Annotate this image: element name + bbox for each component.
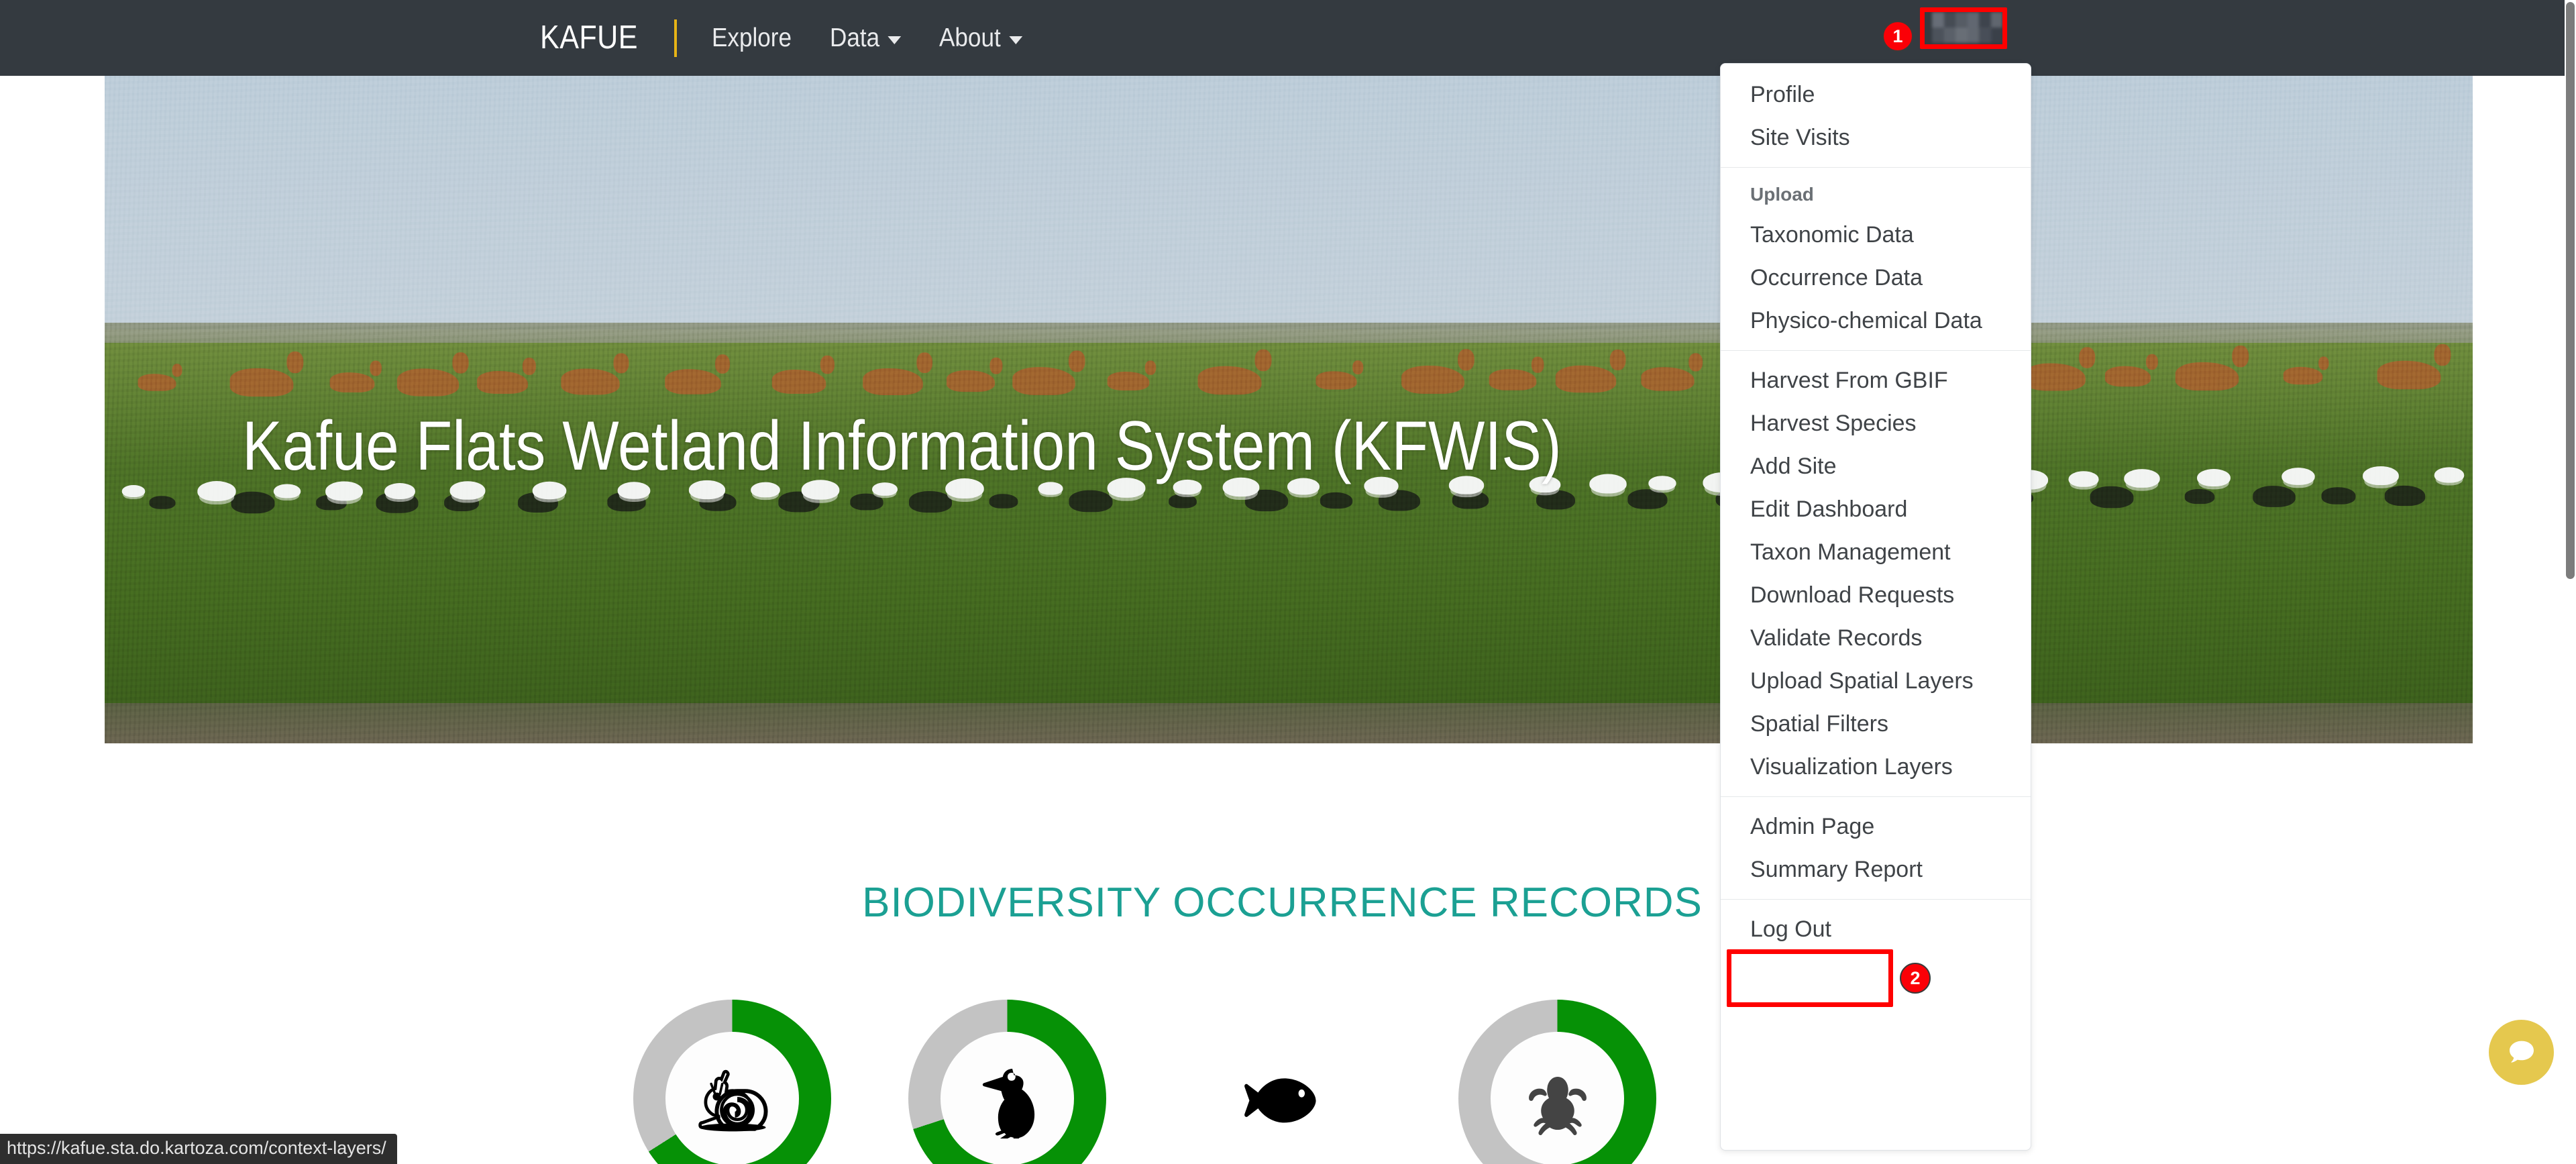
nav-link-data[interactable]: Data	[830, 23, 902, 53]
section-heading-biodiversity: BIODIVERSITY OCCURRENCE RECORDS	[862, 880, 1703, 926]
menu-item-upload-spatial-layers[interactable]: Upload Spatial Layers	[1721, 659, 2031, 702]
nav-link-explore-label: Explore	[711, 23, 792, 52]
menu-item-add-site[interactable]: Add Site	[1721, 445, 2031, 488]
user-name-blurred	[1932, 12, 2002, 43]
chevron-down-icon	[1008, 36, 1022, 44]
menu-separator	[1721, 167, 2031, 168]
nav-link-about[interactable]: About	[939, 23, 1022, 53]
menu-separator	[1721, 350, 2031, 351]
menu-item-harvest-species[interactable]: Harvest Species	[1721, 402, 2031, 445]
biodiversity-donut-frog[interactable]	[1458, 1000, 1656, 1164]
hero-title: Kafue Flats Wetland Information System (…	[242, 407, 1562, 485]
donut-center-icon-frog	[1458, 1000, 1656, 1164]
user-profile-button[interactable]	[1932, 12, 2002, 43]
frog-icon	[1528, 1076, 1587, 1135]
menu-separator	[1721, 899, 2031, 900]
biodiversity-donut-snail[interactable]	[633, 1000, 831, 1164]
chat-widget-button[interactable]	[2489, 1020, 2554, 1085]
menu-separator	[1721, 796, 2031, 797]
menu-group-header-upload: Upload	[1750, 184, 1814, 205]
annotation-badge-1: 1	[1882, 21, 1913, 52]
nav-link-data-label: Data	[830, 23, 880, 52]
menu-item-physico-chemical-data[interactable]: Physico-chemical Data	[1721, 299, 2031, 342]
donut-center-icon-snail	[633, 1000, 831, 1164]
nav-link-explore[interactable]: Explore	[712, 23, 792, 53]
hero-banner-image: Kafue Flats Wetland Information System (…	[105, 76, 2473, 743]
menu-item-taxonomic-data[interactable]: Taxonomic Data	[1721, 213, 2031, 256]
donut-center-icon-bird	[908, 1000, 1106, 1164]
page-scrollbar-thumb[interactable]	[2566, 2, 2575, 579]
menu-item-validate-records[interactable]: Validate Records	[1721, 617, 2031, 659]
menu-item-visualization-layers[interactable]: Visualization Layers	[1721, 745, 2031, 788]
page-root: Kafue Flats Wetland Information System (…	[0, 0, 2576, 1164]
bird-icon	[982, 1068, 1034, 1139]
menu-item-profile[interactable]: Profile	[1721, 73, 2031, 116]
biodiversity-donut-bird[interactable]	[908, 1000, 1106, 1164]
fish-icon	[1244, 1077, 1316, 1122]
annotation-badge-2: 2	[1900, 963, 1931, 994]
menu-item-download-requests[interactable]: Download Requests	[1721, 574, 2031, 617]
biodiversity-icon-fish[interactable]	[1183, 1000, 1381, 1164]
menu-item-site-visits[interactable]: Site Visits	[1721, 116, 2031, 159]
menu-item-taxon-management[interactable]: Taxon Management	[1721, 531, 2031, 574]
menu-item-admin-page[interactable]: Admin Page	[1721, 805, 2031, 848]
nav-links: Explore Data About	[712, 23, 1032, 53]
menu-item-summary-report[interactable]: Summary Report	[1721, 848, 2031, 891]
brand-divider	[674, 19, 677, 57]
top-navigation-bar: KAFUE Explore Data About	[0, 0, 2565, 76]
browser-status-bar-url: https://kafue.sta.do.kartoza.com/context…	[0, 1134, 397, 1164]
chevron-down-icon	[888, 36, 902, 44]
user-dropdown-menu: Profile Site Visits Upload Taxonomic Data Oc…	[1720, 63, 2031, 1151]
chat-bubble-icon	[2509, 1041, 2534, 1063]
menu-item-occurrence-data[interactable]: Occurrence Data	[1721, 256, 2031, 299]
menu-item-harvest-from-gbif[interactable]: Harvest From GBIF	[1721, 359, 2031, 402]
menu-item-log-out[interactable]: Log Out	[1721, 908, 2031, 951]
menu-item-edit-dashboard[interactable]: Edit Dashboard	[1721, 488, 2031, 531]
snail-icon	[698, 1069, 768, 1131]
brand-logo[interactable]: KAFUE	[540, 21, 638, 54]
menu-item-spatial-filters[interactable]: Spatial Filters	[1721, 702, 2031, 745]
nav-link-about-label: About	[938, 23, 1001, 52]
